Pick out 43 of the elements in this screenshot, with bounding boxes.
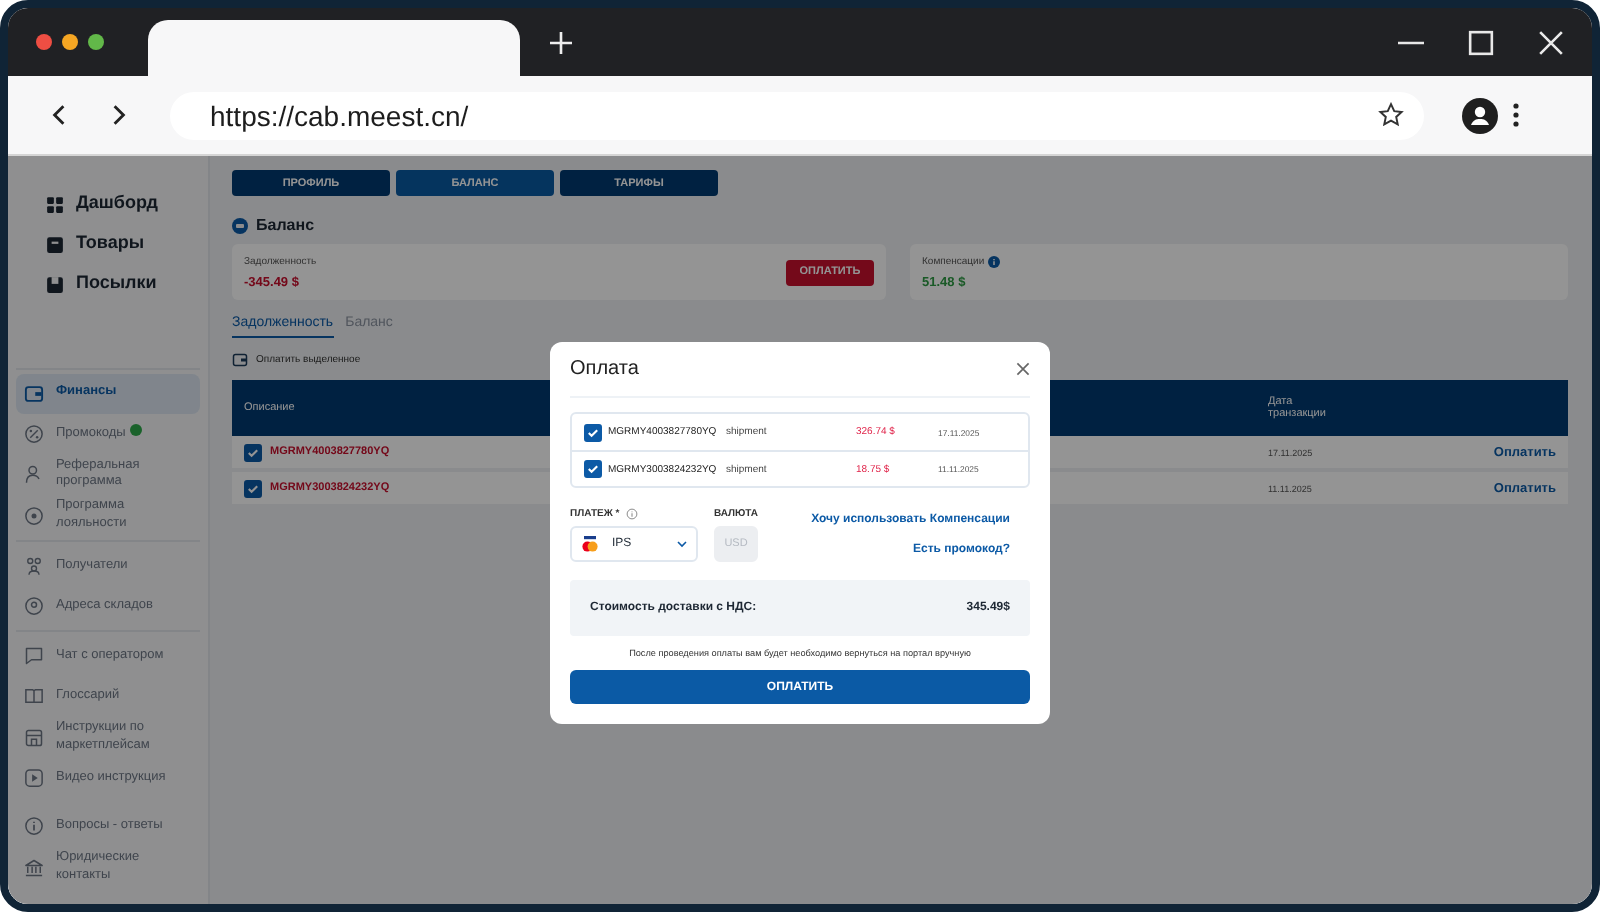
forward-icon[interactable]	[108, 104, 130, 126]
close-dot[interactable]	[36, 34, 52, 50]
checkbox[interactable]	[244, 443, 262, 461]
maximize-icon[interactable]	[1468, 29, 1494, 55]
sidebar-item[interactable]: Посылки	[38, 264, 176, 304]
coin-icon	[232, 217, 248, 233]
box-icon	[46, 235, 64, 253]
book-icon	[24, 686, 44, 707]
info-icon	[24, 816, 44, 837]
store-icon	[24, 727, 44, 748]
checkbox[interactable]	[584, 423, 602, 441]
info-icon	[988, 255, 1001, 267]
wallet-icon	[232, 352, 248, 368]
star-icon[interactable]	[1378, 102, 1404, 128]
percent-icon	[24, 423, 44, 443]
checkbox[interactable]	[244, 479, 262, 497]
people-icon	[24, 556, 44, 577]
checkbox[interactable]	[584, 460, 602, 478]
play-icon	[24, 768, 44, 789]
menu-icon[interactable]	[1512, 102, 1520, 128]
sidebar-item[interactable]: Товары	[38, 224, 176, 264]
minimize-dot[interactable]	[62, 34, 78, 50]
back-icon[interactable]	[48, 104, 70, 126]
sidebar-item[interactable]: Дашборд	[38, 184, 176, 224]
address-bar[interactable]: https://cab.meest.cn/	[170, 91, 1424, 139]
chat-icon	[24, 646, 44, 667]
new-tab-icon[interactable]	[550, 31, 572, 53]
grid-icon	[46, 195, 64, 213]
info-icon	[625, 507, 638, 519]
pin-icon	[24, 596, 44, 617]
url-text: https://cab.meest.cn/	[210, 99, 469, 131]
card-icon	[580, 536, 600, 552]
section-title: Баланс	[256, 216, 315, 234]
close-icon[interactable]	[1016, 362, 1030, 376]
zoom-dot[interactable]	[88, 34, 104, 50]
caret-icon	[676, 538, 688, 550]
person-icon	[24, 463, 44, 484]
package-icon	[46, 275, 64, 293]
bank-icon	[24, 857, 44, 878]
circle-icon	[24, 505, 44, 526]
profile-icon[interactable]	[1462, 97, 1498, 133]
dialog-title: Оплата	[570, 358, 639, 380]
wallet-icon	[24, 383, 44, 403]
